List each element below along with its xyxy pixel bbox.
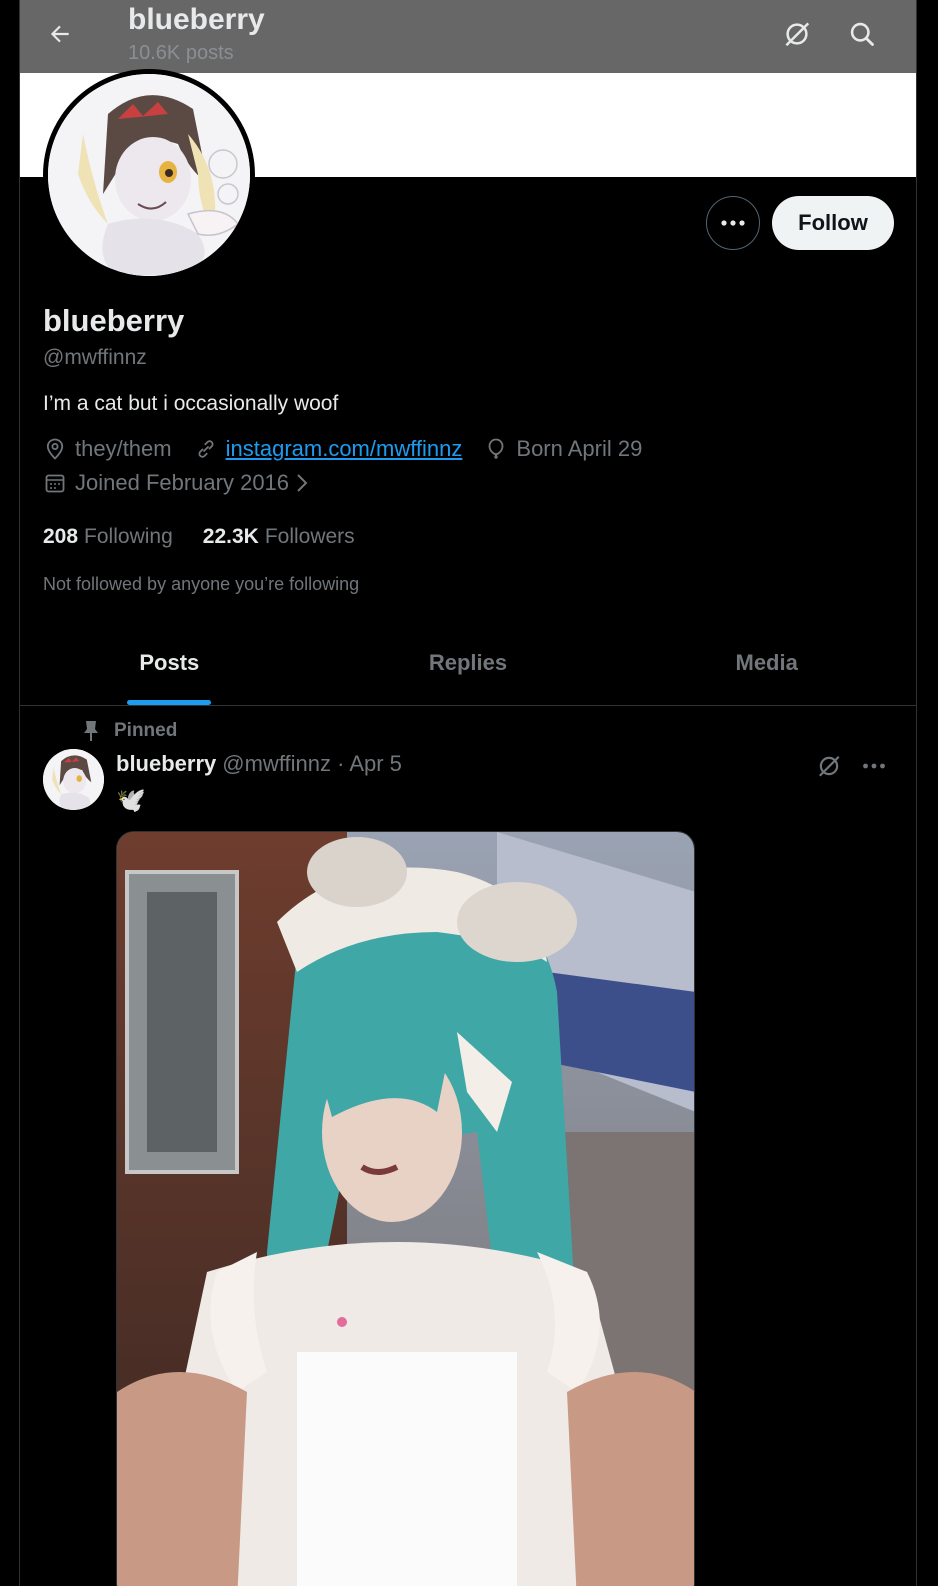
tab-replies-label: Replies <box>428 649 508 675</box>
grok-icon <box>785 22 810 47</box>
active-tab-indicator <box>127 700 212 705</box>
header-title: blueberry <box>128 3 265 36</box>
post-grok-button[interactable] <box>813 750 845 782</box>
profile-meta-row-1: they/them instagram.com/mwffinnz Born Ap… <box>43 436 664 462</box>
link-icon <box>198 440 214 458</box>
pinned-label: Pinned <box>114 720 178 741</box>
profile-display-name: blueberry <box>43 303 185 338</box>
tab-posts[interactable]: Posts <box>20 620 319 705</box>
profile-avatar[interactable] <box>43 69 255 281</box>
search-button[interactable] <box>842 14 882 54</box>
post-author-handle-date[interactable]: @mwffinnz · Apr 5 <box>222 751 402 777</box>
followers-label[interactable]: Followers <box>265 525 355 549</box>
back-button[interactable] <box>40 14 80 54</box>
profile-handle: @mwffinnz <box>43 346 147 369</box>
tab-media[interactable]: Media <box>617 620 916 705</box>
post-more-button[interactable] <box>858 750 890 782</box>
tab-media-label: Media <box>735 649 798 675</box>
post-author-avatar[interactable] <box>43 749 104 810</box>
location-icon <box>46 438 64 460</box>
profile-location-text: they/them <box>75 436 172 461</box>
post-media-image[interactable] <box>116 831 695 1586</box>
following-count[interactable]: 208 <box>43 525 78 549</box>
profile-meta-row-2: Joined February 2016 <box>43 470 331 496</box>
following-label[interactable]: Following <box>84 525 173 549</box>
profile-bio: I’m a cat but i occasionally woof <box>43 392 339 415</box>
back-arrow-icon <box>50 25 69 43</box>
more-icon <box>721 220 745 226</box>
follow-button[interactable]: Follow <box>772 196 894 250</box>
more-options-button[interactable] <box>706 196 760 250</box>
top-bar: blueberry 10.6K posts <box>20 0 916 73</box>
avatar-image <box>43 749 104 810</box>
profile-page: blueberry 10.6K posts Follow blueberry @… <box>19 0 917 1586</box>
pinned-indicator: Pinned <box>82 720 177 742</box>
header-post-count: 10.6K posts <box>128 42 234 64</box>
tab-replies[interactable]: Replies <box>319 620 618 705</box>
profile-location: they/them <box>43 436 172 462</box>
post-text: 🕊️ <box>116 787 146 814</box>
chevron-right-icon <box>297 474 308 492</box>
post-author-name[interactable]: blueberry <box>116 751 216 777</box>
tab-posts-label: Posts <box>139 649 200 675</box>
not-followed-text: Not followed by anyone you’re following <box>43 574 360 594</box>
balloon-icon <box>488 438 504 459</box>
post-header: blueberry @mwffinnz · Apr 5 <box>116 751 402 777</box>
profile-birthday-text: Born April 29 <box>516 436 643 461</box>
search-icon <box>850 22 874 46</box>
more-icon <box>863 763 885 769</box>
profile-stats: 208 Following 22.3K Followers <box>43 525 385 549</box>
pin-icon <box>84 721 98 741</box>
profile-joined[interactable]: Joined February 2016 <box>43 470 309 496</box>
followers-count[interactable]: 22.3K <box>203 525 259 549</box>
profile-link[interactable]: instagram.com/mwffinnz <box>194 436 463 462</box>
profile-link-text[interactable]: instagram.com/mwffinnz <box>226 436 463 462</box>
calendar-icon <box>45 474 65 493</box>
avatar-image <box>48 74 250 276</box>
grok-button[interactable] <box>777 14 817 54</box>
grok-icon <box>819 756 840 777</box>
profile-tabs: Posts Replies Media <box>20 620 916 706</box>
profile-birthday: Born April 29 <box>484 436 642 462</box>
profile-joined-text: Joined February 2016 <box>75 470 290 495</box>
photo-image <box>117 832 694 1586</box>
